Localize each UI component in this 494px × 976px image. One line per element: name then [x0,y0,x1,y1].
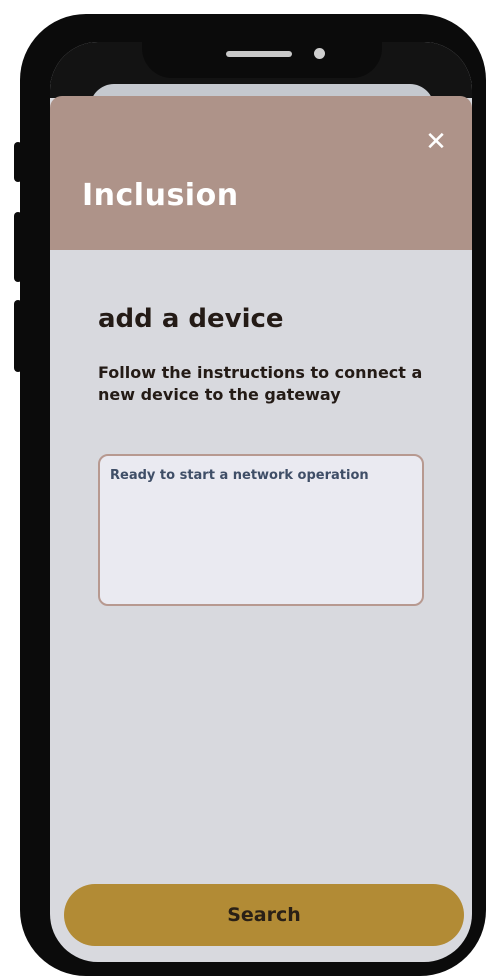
operation-status-text: Ready to start a network operation [110,468,369,483]
app-screen: ✕ Inclusion add a device Follow the inst… [50,42,472,962]
notch [142,14,382,78]
speaker-grille [226,51,292,57]
page-heading: add a device [98,304,284,334]
operation-status-box: Ready to start a network operation [98,454,424,606]
modal-header: ✕ Inclusion [50,96,472,250]
instructions-text: Follow the instructions to connect a new… [98,363,423,404]
close-icon[interactable]: ✕ [422,127,450,157]
front-camera [314,48,325,59]
modal-title: Inclusion [82,178,239,213]
search-button[interactable]: Search [64,884,464,946]
